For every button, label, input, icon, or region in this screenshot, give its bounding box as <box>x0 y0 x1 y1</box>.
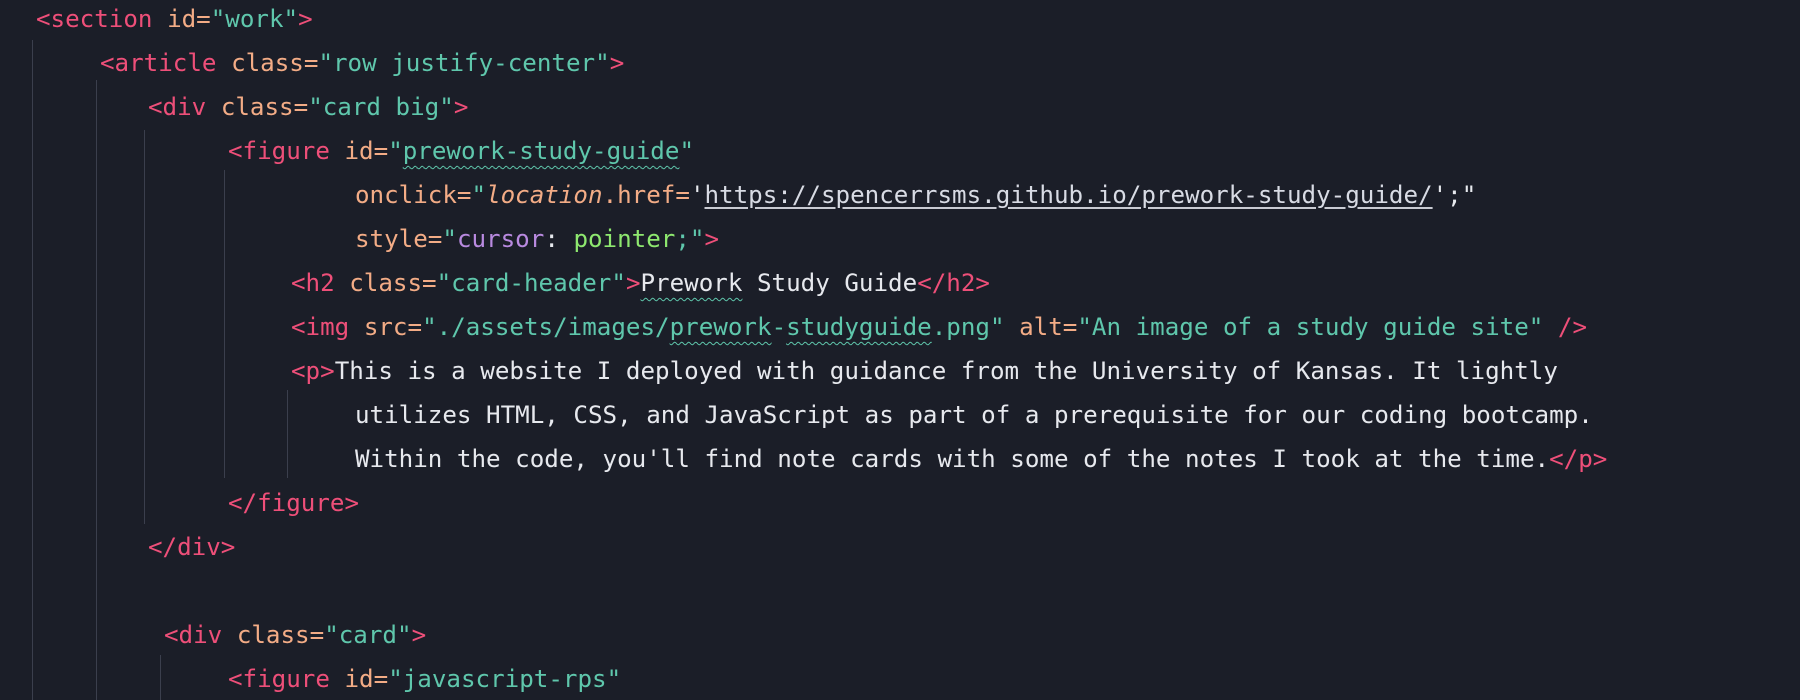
html-tag-open: <figure <box>228 137 330 165</box>
html-tag-end: </div> <box>148 533 236 561</box>
html-tag-open: <p> <box>291 357 335 385</box>
html-tag-close: > <box>411 621 427 649</box>
code-line[interactable]: <figure id="prework-study-guide" <box>228 129 694 173</box>
attribute-value: " <box>471 181 487 209</box>
code-line[interactable]: onclick="location.href='https://spencerr… <box>355 173 1476 217</box>
html-tag-open: <section <box>36 5 153 33</box>
text-content: utilizes HTML, CSS, and JavaScript as pa… <box>355 401 1593 429</box>
css-colon: : <box>544 225 574 253</box>
attribute-value-spellcheck: prework-study-guide <box>402 137 680 165</box>
code-line[interactable]: utilizes HTML, CSS, and JavaScript as pa… <box>355 393 1593 437</box>
css-property: cursor <box>456 225 545 253</box>
code-line[interactable]: <p>This is a website I deployed with gui… <box>291 349 1558 393</box>
attribute-value: " <box>442 225 457 253</box>
attribute-value: " <box>388 137 403 165</box>
attribute-value: - <box>771 313 787 341</box>
text-spellcheck: Prework <box>640 269 743 297</box>
code-line[interactable]: </div> <box>148 525 235 569</box>
code-line[interactable]: style="cursor: pointer;"> <box>355 217 719 261</box>
attribute-value: "card big" <box>308 93 454 121</box>
html-tag-end: /> <box>1543 313 1588 341</box>
html-attribute: class= <box>231 49 319 77</box>
attribute-value: " <box>679 137 694 165</box>
attribute-value: "row justify-center" <box>318 49 610 77</box>
url-link[interactable]: https://spencerrsms.github.io/prework-st… <box>705 181 1433 209</box>
html-tag-open: <article <box>100 49 217 77</box>
attribute-value: "An image of a study guide site" <box>1077 313 1544 341</box>
code-line[interactable]: <h2 class="card-header">Prework Study Gu… <box>291 261 990 305</box>
js-quote: ';" <box>1432 181 1477 209</box>
css-value: pointer <box>573 225 676 253</box>
code-line[interactable]: Within the code, you'll find note cards … <box>355 437 1607 481</box>
indent-guide <box>32 40 33 700</box>
code-line[interactable]: <section id="work"> <box>36 0 313 41</box>
html-attribute: style= <box>355 225 443 253</box>
attribute-value-spellcheck: prework <box>669 313 772 341</box>
html-tag-end: </figure> <box>228 489 360 517</box>
html-tag-close: > <box>704 225 720 253</box>
indent-guide <box>160 655 161 700</box>
html-attribute: class= <box>220 93 309 121</box>
html-tag-close: > <box>298 5 313 33</box>
html-tag-end: </p> <box>1549 445 1608 473</box>
indent-guide <box>287 390 288 478</box>
attribute-value: "card-header" <box>436 269 626 297</box>
attribute-value-spellcheck: studyguide <box>786 313 932 341</box>
attribute-value: "work" <box>210 5 299 33</box>
html-tag-open: <div <box>164 621 223 649</box>
html-attribute: id= <box>344 665 389 693</box>
html-tag-end: </h2> <box>917 269 990 297</box>
text-content: Within the code, you'll find note cards … <box>355 445 1550 473</box>
html-tag-close: > <box>453 93 469 121</box>
attribute-value: "javascript-rps" <box>388 665 622 693</box>
code-line[interactable]: <article class="row justify-center"> <box>100 41 624 85</box>
indent-guide <box>96 80 97 700</box>
html-tag-open: <img <box>291 313 350 341</box>
code-line[interactable]: <div class="card"> <box>164 613 426 657</box>
html-attribute: src= <box>363 313 423 341</box>
attribute-value: "./assets/images/ <box>422 313 670 341</box>
html-attribute: id= <box>344 137 389 165</box>
html-tag-close: > <box>609 49 625 77</box>
html-attribute: id= <box>167 5 211 33</box>
js-property: .href= <box>602 181 690 209</box>
html-tag-open: <h2 <box>291 269 335 297</box>
code-line[interactable]: <div class="card big"> <box>148 85 468 129</box>
html-attribute: class= <box>236 621 325 649</box>
html-tag-open: <div <box>148 93 207 121</box>
html-attribute: onclick= <box>355 181 472 209</box>
text-content: This is a website I deployed with guidan… <box>334 357 1558 385</box>
html-attribute: class= <box>349 269 437 297</box>
attribute-value: .png" <box>931 313 1005 341</box>
code-line[interactable]: <figure id="javascript-rps" <box>228 657 621 700</box>
html-attribute: alt= <box>1004 313 1078 341</box>
indent-guide <box>144 130 145 524</box>
code-line[interactable]: </figure> <box>228 481 359 525</box>
html-tag-open: <figure <box>228 665 330 693</box>
js-identifier: location <box>486 181 603 209</box>
attribute-value: "card" <box>324 621 412 649</box>
html-tag-close: > <box>625 269 641 297</box>
code-line[interactable]: <img src="./assets/images/prework-studyg… <box>291 305 1587 349</box>
js-quote: ' <box>689 181 705 209</box>
attribute-value: ;" <box>675 225 705 253</box>
indent-guide <box>224 170 225 478</box>
text-content: Study Guide <box>742 269 918 297</box>
code-editor[interactable]: <section id="work"> <article class="row … <box>0 0 1800 700</box>
